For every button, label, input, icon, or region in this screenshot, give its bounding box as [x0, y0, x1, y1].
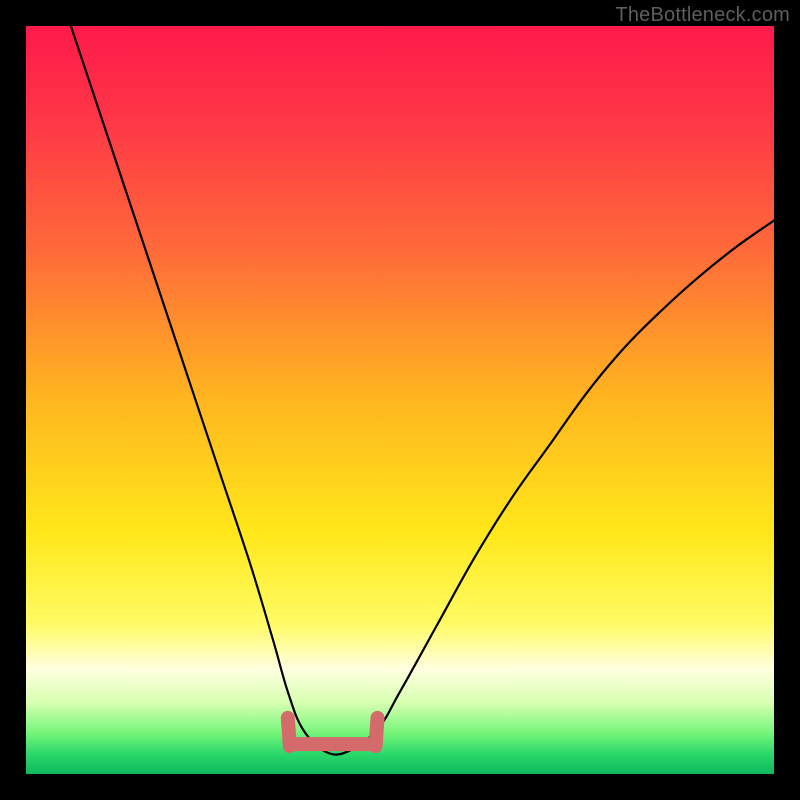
- watermark-text: TheBottleneck.com: [615, 4, 790, 27]
- outer-frame: TheBottleneck.com: [0, 0, 800, 800]
- gradient-rect: [26, 26, 774, 774]
- chart-svg: [26, 26, 774, 774]
- plot-area: [26, 26, 774, 774]
